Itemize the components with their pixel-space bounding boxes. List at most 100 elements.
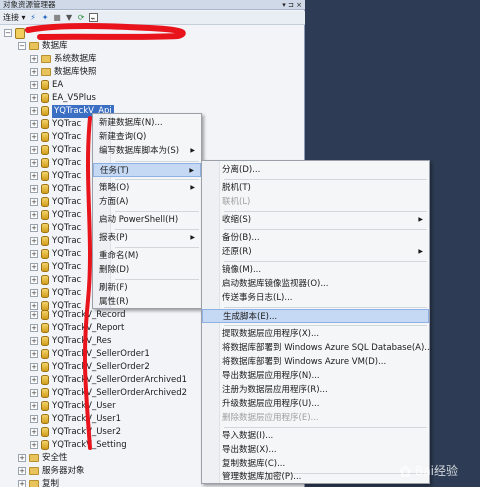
menu-item-ship-logs[interactable]: 传送事务日志(L)...: [202, 291, 429, 305]
menu-item-shrink[interactable]: 收缩(S) ▶: [202, 213, 429, 227]
expand-icon[interactable]: +: [30, 146, 38, 155]
tree-row-databases[interactable]: − 数据库: [18, 40, 68, 53]
expand-icon[interactable]: +: [30, 68, 38, 77]
disconnect-icon[interactable]: ✦: [41, 13, 50, 22]
expand-icon[interactable]: +: [18, 480, 26, 487]
connect-icon[interactable]: ⚡: [29, 13, 38, 22]
menu-item-copy-db[interactable]: 复制数据库(C)...: [202, 457, 429, 471]
tree-row-replication[interactable]: + 复制: [18, 478, 59, 487]
menu-item-register-dac[interactable]: 注册为数据层应用程序(R)...: [202, 383, 429, 397]
menu-item-online[interactable]: 联机(L): [202, 195, 429, 209]
tree-row-truncated[interactable]: + YQTrac: [30, 157, 81, 170]
expand-icon[interactable]: +: [30, 363, 38, 372]
tree-row-db-ea[interactable]: + EA: [30, 79, 63, 92]
connect-button[interactable]: 连接 ▾: [3, 12, 26, 23]
expand-icon[interactable]: +: [30, 237, 38, 246]
menu-item-mirror-monitor[interactable]: 启动数据库镜像监视器(O)...: [202, 277, 429, 291]
expand-icon[interactable]: +: [30, 376, 38, 385]
tree-row-truncated[interactable]: + YQTrac: [30, 209, 81, 222]
expand-icon[interactable]: +: [30, 276, 38, 285]
menu-item-backup[interactable]: 备份(B)...: [202, 231, 429, 245]
tree-row-db-ea-v5[interactable]: + EA_V5Plus: [30, 92, 96, 105]
expand-icon[interactable]: +: [30, 81, 38, 90]
menu-item-delete[interactable]: 删除(D): [93, 263, 201, 277]
expand-icon[interactable]: +: [30, 172, 38, 181]
menu-item-upgrade-dac[interactable]: 升级数据层应用程序(U)...: [202, 397, 429, 411]
expand-icon[interactable]: +: [30, 94, 38, 103]
expand-icon[interactable]: +: [30, 198, 38, 207]
expand-icon[interactable]: +: [30, 311, 38, 320]
expand-icon[interactable]: +: [30, 324, 38, 333]
menu-item-facets[interactable]: 方面(A): [93, 195, 201, 209]
tree-row-system-db[interactable]: + 系统数据库: [30, 53, 97, 66]
tree-row-truncated[interactable]: + YQTrac: [30, 248, 81, 261]
expand-icon[interactable]: +: [30, 389, 38, 398]
tree-row-db[interactable]: + YQTrackV_User: [30, 400, 116, 413]
filter-icon[interactable]: ▼: [65, 13, 74, 22]
tree-row-truncated[interactable]: + YQTrac: [30, 222, 81, 235]
tree-row-server[interactable]: −: [4, 27, 28, 40]
menu-item-export-data[interactable]: 导出数据(X)...: [202, 443, 429, 457]
collapse-icon[interactable]: −: [18, 42, 26, 51]
menu-item-deploy-azure-vm[interactable]: 将数据库部署到 Windows Azure VM(D)...: [202, 355, 429, 369]
tree-row-truncated[interactable]: + YQTrac: [30, 235, 81, 248]
expand-icon[interactable]: +: [30, 250, 38, 259]
expand-icon[interactable]: +: [30, 211, 38, 220]
stop-icon[interactable]: ■: [53, 13, 62, 22]
menu-item-tasks[interactable]: 任务(T) ▶: [93, 163, 201, 177]
tree-row-db[interactable]: + YQTrackV_SellerOrder1: [30, 348, 150, 361]
expand-icon[interactable]: +: [30, 415, 38, 424]
expand-icon[interactable]: +: [30, 133, 38, 142]
menu-item-generate-scripts[interactable]: 生成脚本(E)...: [202, 309, 429, 323]
panel-pin-controls[interactable]: ▾ ⊐ ×: [282, 0, 302, 10]
expand-icon[interactable]: +: [30, 107, 38, 116]
expand-icon[interactable]: +: [30, 120, 38, 129]
menu-item-deploy-azure-sql[interactable]: 将数据库部署到 Windows Azure SQL Database(A)...: [202, 341, 432, 355]
tree-row-truncated[interactable]: + YQTrac: [30, 287, 81, 300]
tree-row-truncated[interactable]: + YQTrac: [30, 274, 81, 287]
menu-item-script-db[interactable]: 编写数据库脚本为(S) ▶: [93, 144, 201, 158]
expand-icon[interactable]: +: [30, 185, 38, 194]
tree-row-truncated[interactable]: + YQTrac: [30, 118, 81, 131]
menu-item-new-db[interactable]: 新建数据库(N)...: [93, 116, 201, 130]
expand-icon[interactable]: +: [30, 402, 38, 411]
menu-item-offline[interactable]: 脱机(T): [202, 181, 429, 195]
tree-row-db[interactable]: + YQTrackV_Record: [30, 309, 126, 322]
tree-row-db[interactable]: + YQTrackV_SellerOrderArchived1: [30, 374, 187, 387]
tree-row-security[interactable]: + 安全性: [18, 452, 68, 465]
tree-row-server-objects[interactable]: + 服务器对象: [18, 465, 85, 478]
expand-icon[interactable]: +: [30, 337, 38, 346]
expand-icon[interactable]: +: [30, 224, 38, 233]
tree-row-db[interactable]: + YQTrackV_Res: [30, 335, 111, 348]
expand-icon[interactable]: +: [30, 350, 38, 359]
menu-item-properties[interactable]: 属性(R): [93, 295, 201, 309]
collapse-icon[interactable]: −: [4, 29, 12, 38]
menu-item-export-dac[interactable]: 导出数据层应用程序(N)...: [202, 369, 429, 383]
tree-row-db[interactable]: + YQTrackV_Setting: [30, 439, 127, 452]
expand-icon[interactable]: +: [18, 454, 26, 463]
tree-row-db[interactable]: + YQTrackV_User1: [30, 413, 121, 426]
expand-icon[interactable]: +: [30, 263, 38, 272]
expand-icon[interactable]: +: [30, 428, 38, 437]
menu-item-reports[interactable]: 报表(P) ▶: [93, 231, 201, 245]
expand-icon[interactable]: +: [30, 441, 38, 450]
tree-row-truncated[interactable]: + YQTrac: [30, 144, 81, 157]
menu-item-policies[interactable]: 策略(O) ▶: [93, 181, 201, 195]
tree-row-db[interactable]: + YQTrackV_SellerOrderArchived2: [30, 387, 187, 400]
tree-row-snapshots[interactable]: + 数据库快照: [30, 66, 97, 79]
menu-item-new-query[interactable]: 新建查询(Q): [93, 130, 201, 144]
activity-monitor-icon[interactable]: ⌁: [88, 13, 98, 23]
menu-item-mirror[interactable]: 镜像(M)...: [202, 263, 429, 277]
tree-row-truncated[interactable]: + YQTrac: [30, 261, 81, 274]
tree-row-db[interactable]: + YQTrackV_SellerOrder2: [30, 361, 150, 374]
refresh-icon[interactable]: ⟳: [77, 13, 86, 22]
menu-item-extract-dac[interactable]: 提取数据层应用程序(X)...: [202, 327, 429, 341]
tree-row-db[interactable]: + YQTrackV_Report: [30, 322, 124, 335]
expand-icon[interactable]: +: [30, 55, 38, 64]
tree-row-truncated[interactable]: + YQTrac: [30, 196, 81, 209]
menu-item-restore[interactable]: 还原(R) ▶: [202, 245, 429, 259]
tree-row-truncated[interactable]: + YQTrac: [30, 183, 81, 196]
menu-item-refresh[interactable]: 刷新(F): [93, 281, 201, 295]
menu-item-manage-encryption[interactable]: 管理数据库加密(P)...: [202, 471, 429, 483]
menu-item-rename[interactable]: 重命名(M): [93, 249, 201, 263]
